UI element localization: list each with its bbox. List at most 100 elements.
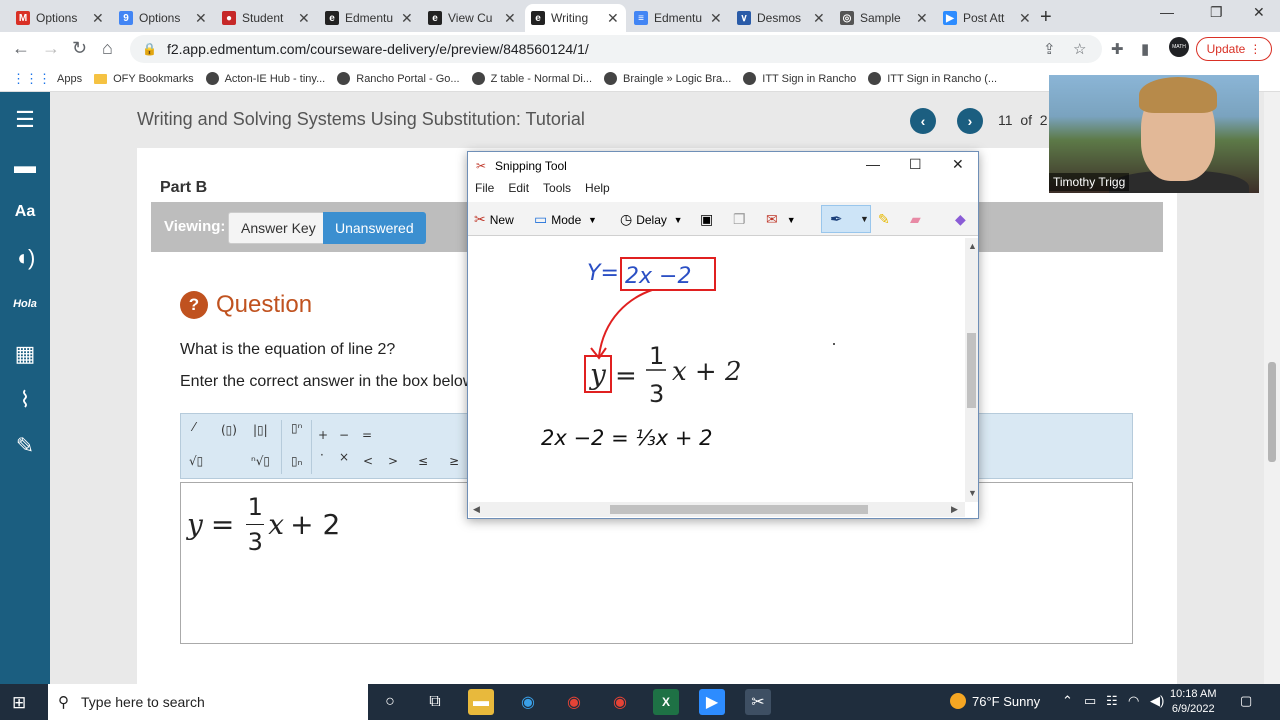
close-tab-icon[interactable]: ✕ (195, 10, 207, 27)
text-to-speech-icon[interactable]: ◖) (9, 242, 41, 274)
pen-button[interactable]: ✒ ▼ (821, 205, 871, 233)
subscript-button[interactable]: ▯ₙ (291, 454, 302, 468)
eraser-icon[interactable]: ▰ (910, 211, 925, 228)
reload-icon[interactable]: ↻ (72, 38, 87, 59)
profile-avatar[interactable]: MATH (1169, 37, 1189, 57)
cortana-icon[interactable]: ○ (377, 689, 403, 715)
menu-icon[interactable]: ☰ (9, 104, 41, 136)
browser-tab[interactable]: 9 Options ✕ (113, 4, 214, 32)
close-tab-icon[interactable]: ✕ (916, 10, 928, 27)
close-tab-icon[interactable]: ✕ (710, 10, 722, 27)
close-tab-icon[interactable]: ✕ (401, 10, 413, 27)
answer-key-button[interactable]: Answer Key (228, 212, 329, 244)
bookmark-item[interactable]: Z table - Normal Di... (471, 72, 592, 85)
snip-menu-edit[interactable]: Edit (508, 181, 529, 201)
file-explorer-icon[interactable]: ▬ (468, 689, 494, 715)
chrome-profile-icon[interactable]: ◉ (607, 689, 633, 715)
meet-now-icon[interactable]: ▭ (1084, 693, 1096, 709)
translate-icon[interactable]: Hola (9, 288, 41, 320)
highlighter-icon[interactable]: ✎ (9, 430, 41, 462)
close-tab-icon[interactable]: ✕ (504, 10, 516, 27)
calculator-icon[interactable]: ▦ (9, 338, 41, 370)
next-page-button[interactable]: › (957, 108, 983, 134)
weather-widget[interactable]: 76°F Sunny (950, 693, 1040, 709)
wifi-icon[interactable]: ◠ (1128, 693, 1139, 709)
dictionary-icon[interactable]: Aa (9, 196, 41, 228)
snip-close-button[interactable]: ✕ (952, 156, 964, 173)
close-tab-icon[interactable]: ✕ (813, 10, 825, 27)
show-hidden-icons[interactable]: ⌃ (1062, 693, 1073, 709)
bookmark-star-icon[interactable]: ☆ (1073, 40, 1086, 58)
close-tab-icon[interactable]: ✕ (1019, 10, 1031, 27)
snipping-tool-taskbar-icon[interactable]: ✂ (745, 689, 771, 715)
graphing-icon[interactable]: ⌇ (9, 384, 41, 416)
plus-button[interactable]: + (318, 428, 328, 442)
taskbar-search[interactable]: ⚲ Type here to search (48, 684, 368, 720)
less-than-button[interactable]: < (363, 454, 373, 468)
system-clock[interactable]: 10:18 AM 6/9/2022 (1170, 687, 1216, 717)
multiply-dot-button[interactable]: · (320, 448, 324, 462)
greater-than-button[interactable]: > (388, 454, 398, 468)
minus-button[interactable]: − (339, 428, 349, 442)
snip-menu-file[interactable]: File (475, 181, 494, 201)
home-icon[interactable]: ⌂ (102, 38, 113, 59)
snip-horizontal-scrollbar[interactable]: ◀ ▶ (469, 502, 965, 517)
exponent-button[interactable]: ▯ⁿ (291, 421, 302, 435)
highlighter-icon[interactable]: ✎ (878, 211, 894, 228)
page-scroll-thumb[interactable] (1268, 362, 1276, 462)
parentheses-button[interactable]: (▯) (221, 423, 237, 437)
greater-equal-button[interactable]: ≥ (449, 454, 459, 468)
bookmark-item[interactable]: ITT Sign in Rancho (... (868, 72, 997, 85)
browser-tab[interactable]: ◎ Sample ✕ (834, 4, 935, 32)
browser-tab[interactable]: ∨ Desmos ✕ (731, 4, 832, 32)
scroll-up-icon[interactable]: ▲ (968, 241, 977, 251)
browser-tab[interactable]: e View Cu ✕ (422, 4, 523, 32)
bookmark-item[interactable]: ⋮⋮⋮ Apps (12, 71, 82, 87)
scroll-right-icon[interactable]: ▶ (951, 504, 958, 515)
square-root-button[interactable]: √▯ (189, 454, 203, 468)
snip-maximize-button[interactable]: ☐ (909, 156, 922, 173)
excel-icon[interactable]: X (653, 689, 679, 715)
browser-tab[interactable]: ● Student ✕ (216, 4, 317, 32)
volume-icon[interactable]: ◀) (1150, 693, 1164, 709)
snip-menu-help[interactable]: Help (585, 181, 610, 201)
snip-hscroll-thumb[interactable] (610, 505, 868, 514)
zoom-icon[interactable]: ▶ (699, 689, 725, 715)
side-panel-icon[interactable]: ▮ (1141, 40, 1149, 58)
browser-tab[interactable]: ≡ Edmentu ✕ (628, 4, 729, 32)
minimize-window-button[interactable]: — (1160, 4, 1174, 20)
browser-tab[interactable]: M Options ✕ (10, 4, 111, 32)
browser-tab[interactable]: ▶ Post Att ✕ (937, 4, 1038, 32)
update-button[interactable]: Update ⋮ (1196, 37, 1272, 61)
forward-icon[interactable]: → (42, 38, 60, 59)
extensions-icon[interactable]: ✚ (1111, 40, 1124, 58)
share-icon[interactable]: ⇪ (1043, 40, 1056, 58)
new-tab-button[interactable]: + (1040, 6, 1052, 29)
mode-button[interactable]: ▭ Mode ▼ (534, 211, 597, 228)
scroll-down-icon[interactable]: ▼ (968, 488, 977, 498)
nth-root-button[interactable]: ⁿ√▯ (251, 454, 270, 468)
chrome-icon[interactable]: ◉ (561, 689, 587, 715)
snip-minimize-button[interactable]: — (866, 156, 880, 172)
bookmark-item[interactable]: OFY Bookmarks (94, 73, 194, 85)
save-icon[interactable]: ▣ (700, 211, 717, 228)
previous-page-button[interactable]: ‹ (910, 108, 936, 134)
delay-button[interactable]: ◷ Delay ▼ (620, 211, 683, 228)
restore-window-button[interactable]: ❐ (1210, 4, 1223, 21)
close-tab-icon[interactable]: ✕ (298, 10, 310, 27)
close-tab-icon[interactable]: ✕ (607, 10, 619, 27)
times-button[interactable]: × (339, 450, 349, 464)
page-scrollbar[interactable] (1264, 92, 1280, 684)
close-tab-icon[interactable]: ✕ (92, 10, 104, 27)
close-window-button[interactable]: ✕ (1253, 4, 1265, 21)
absolute-value-button[interactable]: |▯| (253, 423, 268, 437)
bookmark-item[interactable]: ITT Sign in Rancho (743, 72, 856, 85)
snip-vscroll-thumb[interactable] (967, 333, 976, 408)
bookmark-item[interactable]: Acton-IE Hub - tiny... (205, 72, 325, 85)
bookmark-item[interactable]: Rancho Portal - Go... (337, 72, 460, 85)
browser-tab[interactable]: e Edmentu ✕ (319, 4, 420, 32)
windows-start-icon[interactable]: ⊞ (12, 693, 26, 713)
new-snip-button[interactable]: ✂ New (474, 211, 514, 228)
folder-icon[interactable]: ▬ (9, 150, 41, 182)
bookmark-item[interactable]: Braingle » Logic Bra... (604, 72, 731, 85)
